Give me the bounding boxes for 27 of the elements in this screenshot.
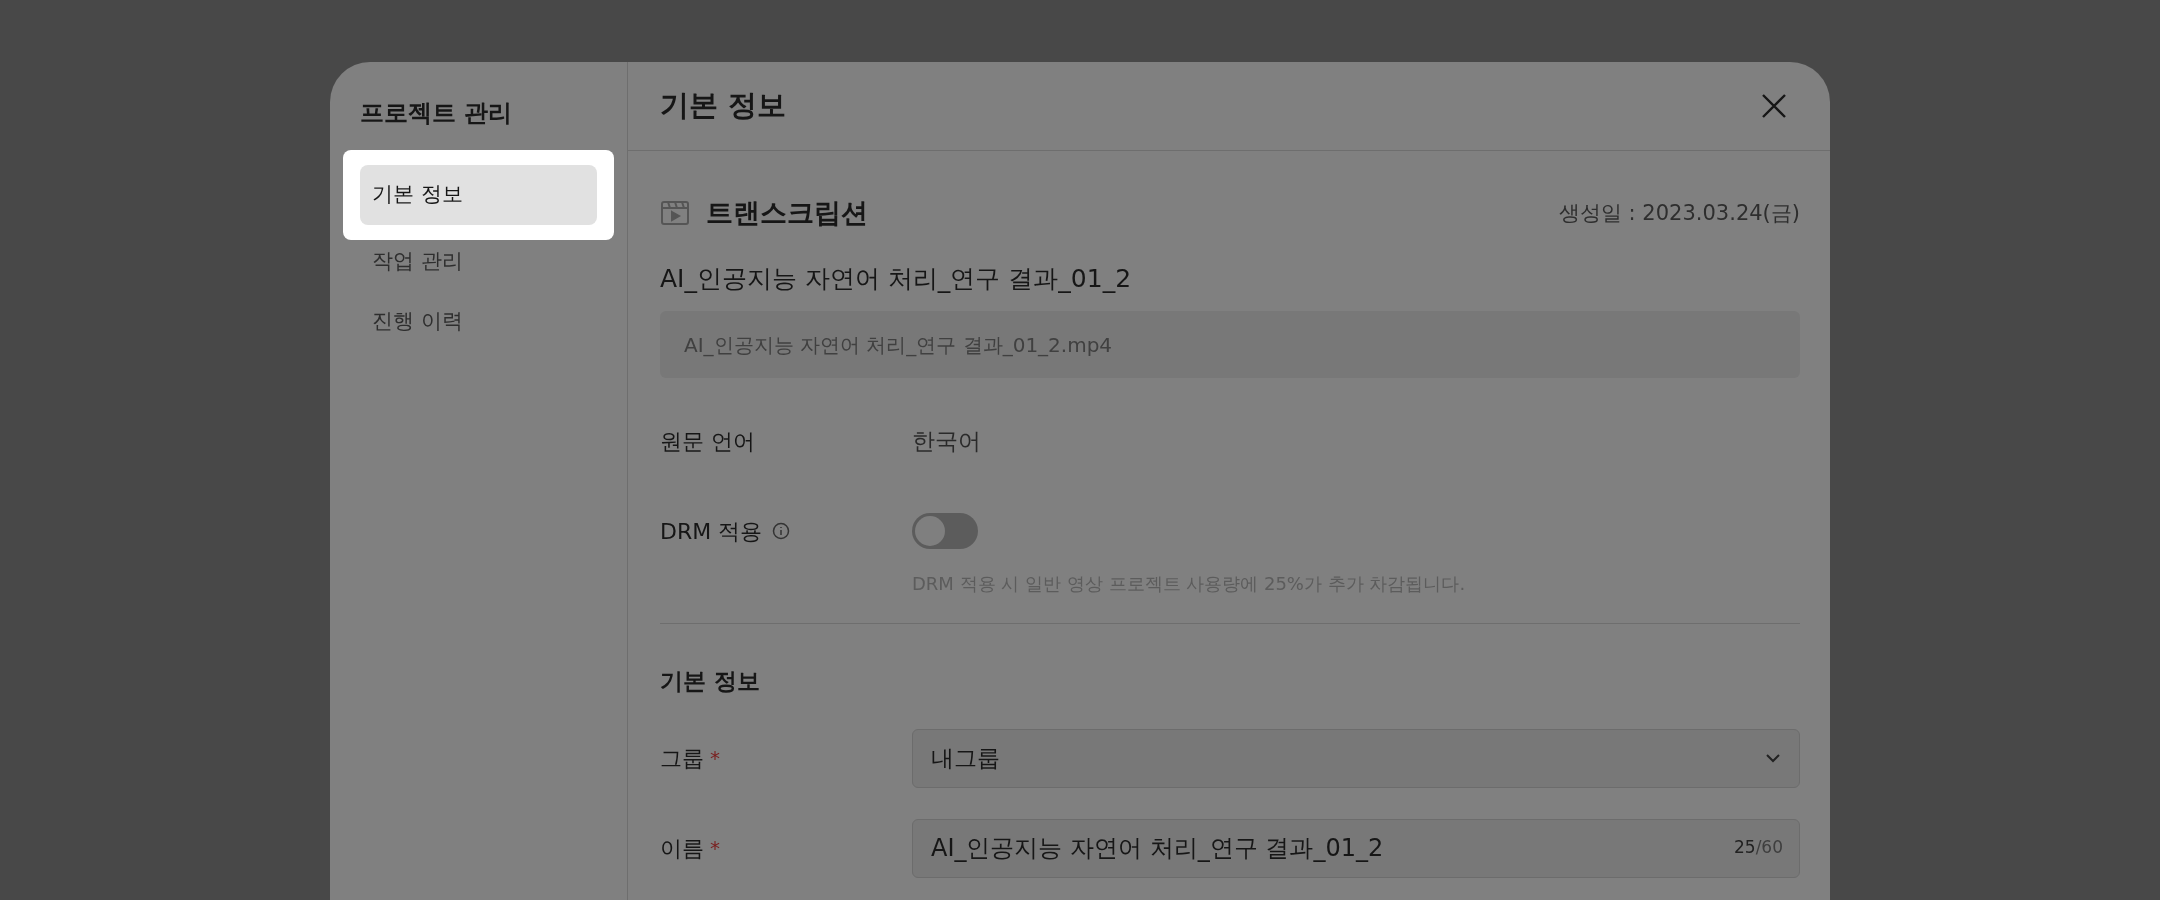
sidebar-item[interactable]: 작업 관리: [360, 232, 597, 292]
close-icon: [1761, 93, 1787, 119]
sidebar-item[interactable]: 진행 이력: [360, 292, 597, 352]
section-title: 기본 정보: [660, 667, 761, 696]
field-label: 원문 언어: [660, 427, 756, 456]
char-limit: /60: [1755, 836, 1783, 860]
chevron-down-icon: [1765, 753, 1781, 763]
video-icon: [660, 199, 690, 228]
field-value: AI_인공지능 자연어 처리_연구 결과_01_2: [931, 833, 1384, 864]
file-field: AI_인공지능 자연어 처리_연구 결과_01_2.mp4: [660, 311, 1800, 378]
language-value: 한국어: [912, 426, 981, 456]
created-date: 생성일 : 2023.03.24(금): [1558, 199, 1800, 227]
sidebar-title: 프로젝트 관리: [359, 98, 514, 129]
char-count: 25: [1734, 836, 1756, 860]
drm-toggle[interactable]: [912, 513, 978, 549]
field-label: DRM 적용: [660, 517, 763, 546]
sidebar-item[interactable]: 기본 정보: [360, 165, 597, 225]
name-field[interactable]: AI_인공지능 자연어 처리_연구 결과_01_2 25/60: [912, 818, 1800, 878]
project-name: AI_인공지능 자연어 처리_연구 결과_01_2: [660, 262, 1133, 295]
required-mark: *: [710, 835, 720, 862]
required-mark: *: [710, 745, 720, 772]
field-label: 이름: [660, 834, 704, 863]
project-type: 트랜스크립션: [706, 196, 868, 230]
info-icon: [772, 522, 791, 540]
dialog-title: 기본 정보: [660, 87, 787, 125]
group-select[interactable]: 내그룹: [912, 728, 1800, 788]
field-label: 그룹: [660, 744, 704, 773]
